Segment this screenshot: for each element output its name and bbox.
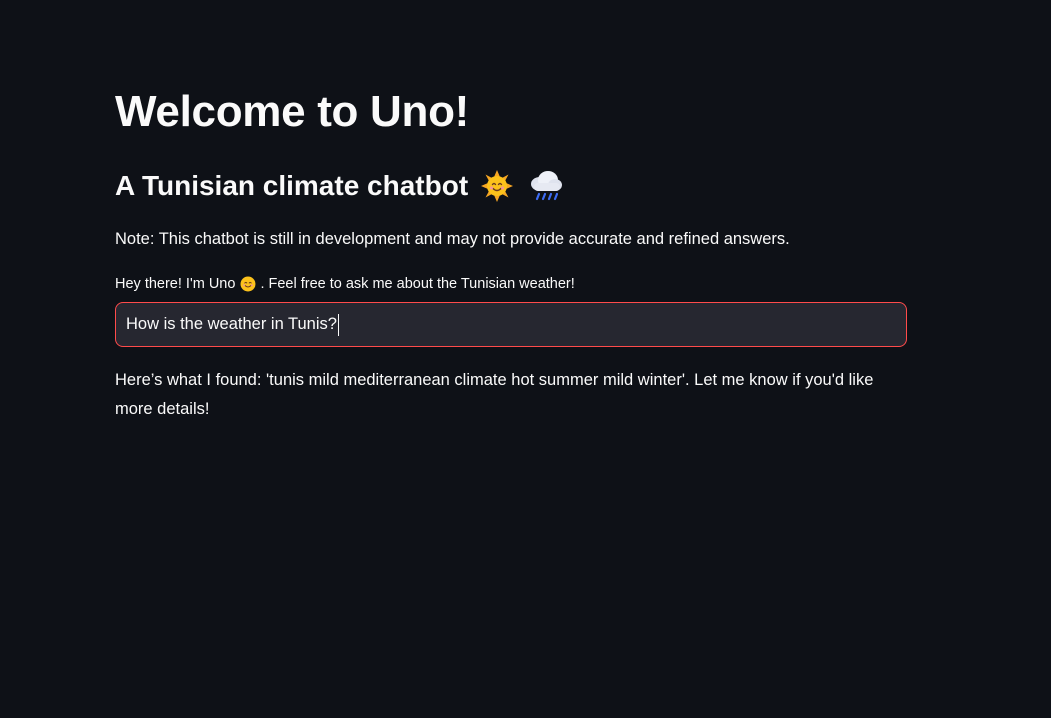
sun-with-face-icon — [480, 169, 514, 203]
label-text-start: Hey there! I'm Uno — [115, 276, 236, 292]
subtitle-text: A Tunisian climate chatbot — [115, 170, 469, 201]
label-text-end: . Feel free to ask me about the Tunisian… — [260, 276, 575, 292]
chat-input-label: Hey there! I'm Uno . Feel free to ask me… — [115, 273, 575, 295]
page-subtitle: A Tunisian climate chatbot — [115, 167, 563, 205]
cloud-with-rain-icon — [528, 169, 563, 203]
text-cursor — [337, 313, 340, 336]
page-title: Welcome to Uno! — [115, 87, 470, 136]
bot-response: Here’s what I found: 'tunis mild mediter… — [115, 371, 874, 418]
app-root: Welcome to Uno! A Tunisian climate chatb… — [0, 0, 1051, 718]
chat-input-value[interactable]: How is the weather in Tunis? — [126, 315, 337, 334]
chat-input[interactable]: How is the weather in Tunis? — [115, 302, 907, 347]
development-note: Note: This chatbot is still in developme… — [115, 230, 790, 248]
smiling-face-icon — [240, 276, 256, 292]
